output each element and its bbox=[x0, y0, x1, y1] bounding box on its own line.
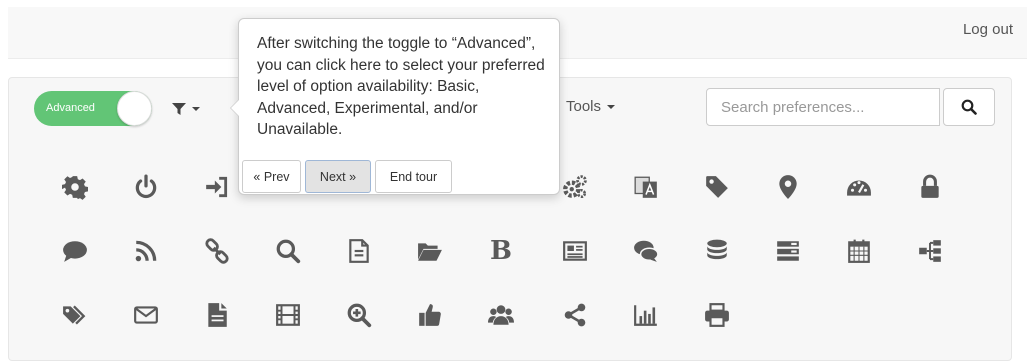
file-text-icon[interactable] bbox=[339, 231, 379, 271]
sitemap-icon[interactable] bbox=[910, 231, 950, 271]
folder-open-icon[interactable] bbox=[410, 231, 450, 271]
comments-icon[interactable] bbox=[626, 231, 666, 271]
toggle-knob bbox=[117, 91, 152, 126]
popover-arrow bbox=[230, 99, 239, 117]
search-button[interactable] bbox=[943, 88, 995, 126]
search-input[interactable] bbox=[706, 88, 940, 126]
search-icon bbox=[961, 99, 977, 115]
icon-row-2: B bbox=[9, 231, 1009, 271]
print-icon[interactable] bbox=[697, 295, 737, 335]
thumbs-up-icon[interactable] bbox=[410, 295, 450, 335]
gears-icon[interactable] bbox=[555, 167, 595, 207]
tag-icon[interactable] bbox=[697, 167, 737, 207]
bold-glyph: B bbox=[490, 236, 512, 266]
advanced-toggle[interactable]: Advanced bbox=[34, 91, 152, 126]
tools-dropdown[interactable]: Tools bbox=[566, 98, 616, 115]
tags-icon[interactable] bbox=[55, 295, 95, 335]
link-icon[interactable] bbox=[197, 231, 237, 271]
users-icon[interactable] bbox=[481, 295, 521, 335]
logout-link[interactable]: Log out bbox=[963, 21, 1013, 38]
tour-next-button[interactable]: Next » bbox=[305, 160, 371, 193]
search-icon[interactable] bbox=[268, 231, 308, 271]
comment-icon[interactable] bbox=[55, 231, 95, 271]
dashboard-icon[interactable] bbox=[839, 167, 879, 207]
tour-prev-button[interactable]: « Prev bbox=[242, 160, 301, 193]
envelope-icon[interactable] bbox=[126, 295, 166, 335]
database-icon[interactable] bbox=[697, 231, 737, 271]
tools-label: Tools bbox=[566, 98, 602, 115]
translate-icon[interactable] bbox=[626, 167, 666, 207]
power-icon[interactable] bbox=[126, 167, 166, 207]
gear-icon[interactable] bbox=[55, 167, 95, 207]
icon-row-3 bbox=[9, 295, 1009, 335]
server-icon[interactable] bbox=[768, 231, 808, 271]
lock-icon[interactable] bbox=[910, 167, 950, 207]
tour-end-button[interactable]: End tour bbox=[375, 160, 452, 193]
tour-popover: After switching the toggle to “Advanced”… bbox=[230, 18, 560, 195]
chevron-down-icon bbox=[607, 104, 616, 109]
map-marker-icon[interactable] bbox=[768, 167, 808, 207]
sign-in-icon[interactable] bbox=[197, 167, 237, 207]
toggle-label: Advanced bbox=[46, 102, 95, 114]
film-icon[interactable] bbox=[268, 295, 308, 335]
filter-icon bbox=[172, 103, 186, 115]
bold-icon[interactable]: B bbox=[481, 231, 521, 271]
chevron-down-icon bbox=[192, 107, 200, 111]
file-icon[interactable] bbox=[197, 295, 237, 335]
share-icon[interactable] bbox=[555, 295, 595, 335]
rss-icon[interactable] bbox=[126, 231, 166, 271]
calendar-icon[interactable] bbox=[839, 231, 879, 271]
filter-dropdown[interactable] bbox=[172, 96, 200, 122]
newspaper-icon[interactable] bbox=[555, 231, 595, 271]
tour-text: After switching the toggle to “Advanced”… bbox=[257, 35, 545, 138]
zoom-in-icon[interactable] bbox=[339, 295, 379, 335]
bar-chart-icon[interactable] bbox=[626, 295, 666, 335]
